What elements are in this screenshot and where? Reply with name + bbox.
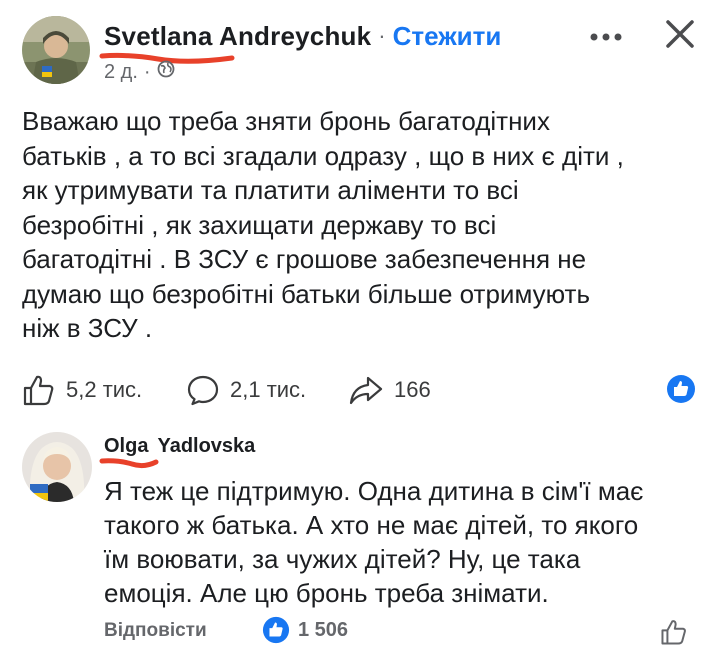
avatar-photo — [22, 16, 90, 84]
comment-text-line: Я теж це підтримую. Одна дитина в сім'ї … — [104, 476, 644, 506]
commenter-avatar[interactable] — [22, 432, 92, 502]
comment-text-line: їм воювати, за чужих дітей? Ну, це така — [104, 544, 581, 574]
comment-like-button[interactable] — [660, 618, 688, 646]
post-text-line: безробітні , як захищати державу то всі — [22, 209, 497, 240]
thumbs-up-icon — [661, 620, 686, 645]
meta-separator: · — [143, 60, 151, 83]
post-text-line: ніж в ЗСУ . — [22, 313, 153, 343]
comment-reaction-count: 1 506 — [298, 618, 349, 641]
post-text-line: думаю що безробітні батьки більше отриму… — [22, 278, 591, 309]
author-avatar[interactable] — [22, 16, 90, 84]
comment-reactions[interactable]: 1 506 — [262, 616, 348, 644]
like-count: 5,2 тис. — [66, 377, 143, 402]
thumbs-up-icon — [23, 375, 54, 406]
more-dots-icon — [590, 33, 622, 41]
reactions-badge[interactable] — [666, 374, 696, 404]
like-button[interactable]: 5,2 тис. — [22, 370, 142, 410]
post-text: Вважаю що треба зняти бронь багатодітних… — [22, 104, 682, 346]
comment-button[interactable]: 2,1 тис. — [186, 370, 306, 410]
like-reaction-icon — [667, 375, 695, 403]
share-arrow-icon — [349, 376, 383, 405]
post-text-line: як утримувати та платити аліменти то всі — [22, 175, 519, 205]
post-time[interactable]: 2 д. — [104, 61, 138, 84]
post-text-line: батьків , а то всі згадали одразу , що в… — [22, 140, 624, 171]
commenter-last-name: Yadlovska — [157, 435, 256, 457]
reply-button[interactable]: Відповісти — [104, 620, 207, 642]
more-options-button[interactable] — [586, 22, 630, 52]
close-icon — [666, 20, 694, 48]
commenter-name[interactable]: Olga Yadlovska — [104, 435, 255, 458]
comment-count: 2,1 тис. — [230, 377, 307, 402]
header-separator: · — [378, 23, 386, 48]
share-button[interactable]: 166 — [348, 370, 431, 410]
close-button[interactable] — [660, 14, 700, 54]
commenter-first-name: Olga — [104, 435, 149, 457]
post-meta: 2 д. · — [104, 60, 175, 84]
comment-bubble-icon — [187, 375, 219, 406]
follow-button[interactable]: Стежити — [393, 21, 502, 52]
author-name[interactable]: Svetlana Andreychuk — [104, 21, 371, 52]
red-underline-annotation — [99, 458, 159, 469]
post-text-line: багатодітні . В ЗСУ є грошове забезпечен… — [22, 244, 587, 274]
commenter-photo — [22, 432, 92, 502]
comment-text-line: такого ж батька. А хто не має дітей, то … — [104, 510, 639, 540]
share-count: 166 — [394, 377, 431, 402]
globe-icon — [157, 60, 175, 84]
like-reaction-icon — [262, 616, 290, 644]
comment-text: Я теж це підтримую. Одна дитина в сім'ї … — [104, 474, 704, 610]
post-header: Svetlana Andreychuk · Стежити — [104, 19, 501, 53]
post-text-line: Вважаю що треба зняти бронь багатодітних — [22, 106, 550, 136]
comment-text-line: емоція. Але цю бронь треба знімати. — [104, 578, 549, 608]
